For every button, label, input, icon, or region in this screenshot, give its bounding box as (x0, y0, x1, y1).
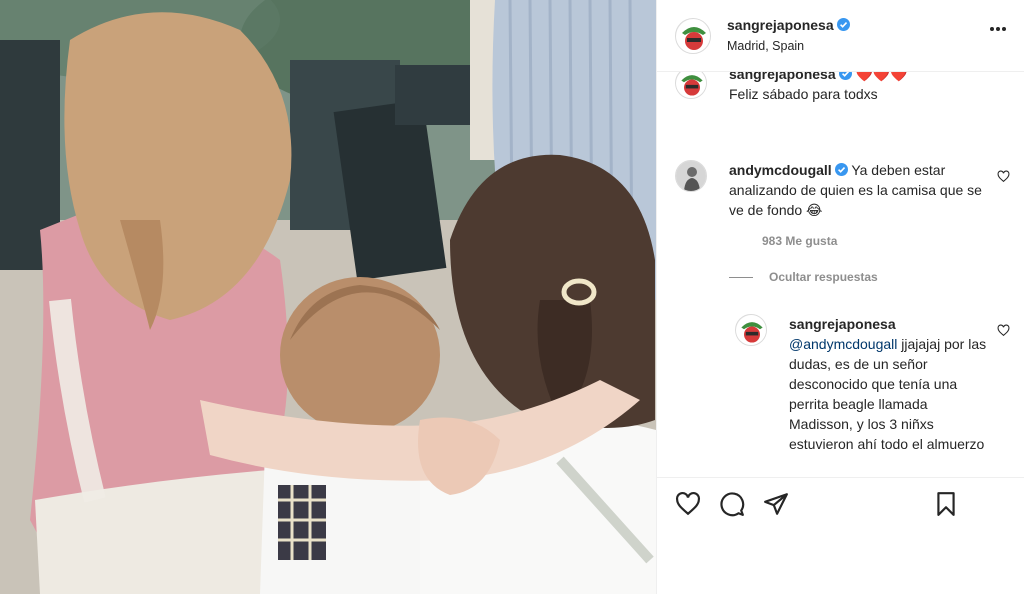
comment-username[interactable]: andymcdougall (729, 162, 832, 178)
commenter-avatar[interactable] (675, 160, 707, 192)
verified-badge-icon (834, 163, 848, 176)
comments-scroll-area[interactable]: sangrejaponesa ❤️❤️❤️ Feliz sábado para … (657, 72, 1024, 477)
paper-plane-icon[interactable] (763, 491, 789, 517)
caption-avatar[interactable] (675, 72, 707, 99)
reply-text: jjajajaj por las dudas, es de un señor d… (789, 336, 987, 452)
comment-icon[interactable] (719, 491, 745, 517)
reply-sangrejaponesa: sangrejaponesa @andymcdougall jjajajaj p… (789, 314, 989, 454)
photo-illustration (0, 0, 656, 594)
post-sidebar: sangrejaponesa Madrid, Spain sangrejapon… (656, 0, 1024, 594)
hide-replies-line (729, 276, 753, 278)
verified-badge-icon (838, 72, 852, 80)
hide-replies-button[interactable]: Ocultar respuestas (729, 270, 878, 284)
reply-username[interactable]: sangrejaponesa (789, 316, 896, 332)
reply-like-heart-icon[interactable] (997, 324, 1010, 337)
reply-avatar[interactable] (735, 314, 767, 346)
comment-andymcdougall: andymcdougall Ya deben estar analizando … (729, 160, 991, 220)
bookmark-icon[interactable] (933, 491, 959, 517)
post-location[interactable]: Madrid, Spain (727, 39, 804, 53)
hide-replies-label[interactable]: Ocultar respuestas (769, 270, 878, 284)
author-username[interactable]: sangrejaponesa (727, 17, 834, 33)
comment-like-heart-icon[interactable] (997, 170, 1010, 183)
more-options-icon[interactable] (989, 26, 1007, 32)
reply-mention[interactable]: @andymcdougall (789, 336, 897, 352)
author-avatar[interactable] (675, 18, 711, 54)
heart-icon[interactable] (675, 491, 701, 517)
caption-hearts: ❤️❤️❤️ (855, 72, 908, 82)
comment-likes-count[interactable]: 983 Me gusta (762, 234, 837, 248)
verified-badge-icon (836, 18, 850, 31)
caption-text: Feliz sábado para todxs (729, 86, 878, 102)
caption-username[interactable]: sangrejaponesa (729, 72, 836, 82)
post-actions-bar (657, 477, 1024, 594)
post-photo[interactable] (0, 0, 656, 594)
caption: sangrejaponesa ❤️❤️❤️ Feliz sábado para … (729, 72, 1009, 104)
author-username-line[interactable]: sangrejaponesa (727, 17, 850, 33)
post-header: sangrejaponesa Madrid, Spain (657, 0, 1024, 72)
